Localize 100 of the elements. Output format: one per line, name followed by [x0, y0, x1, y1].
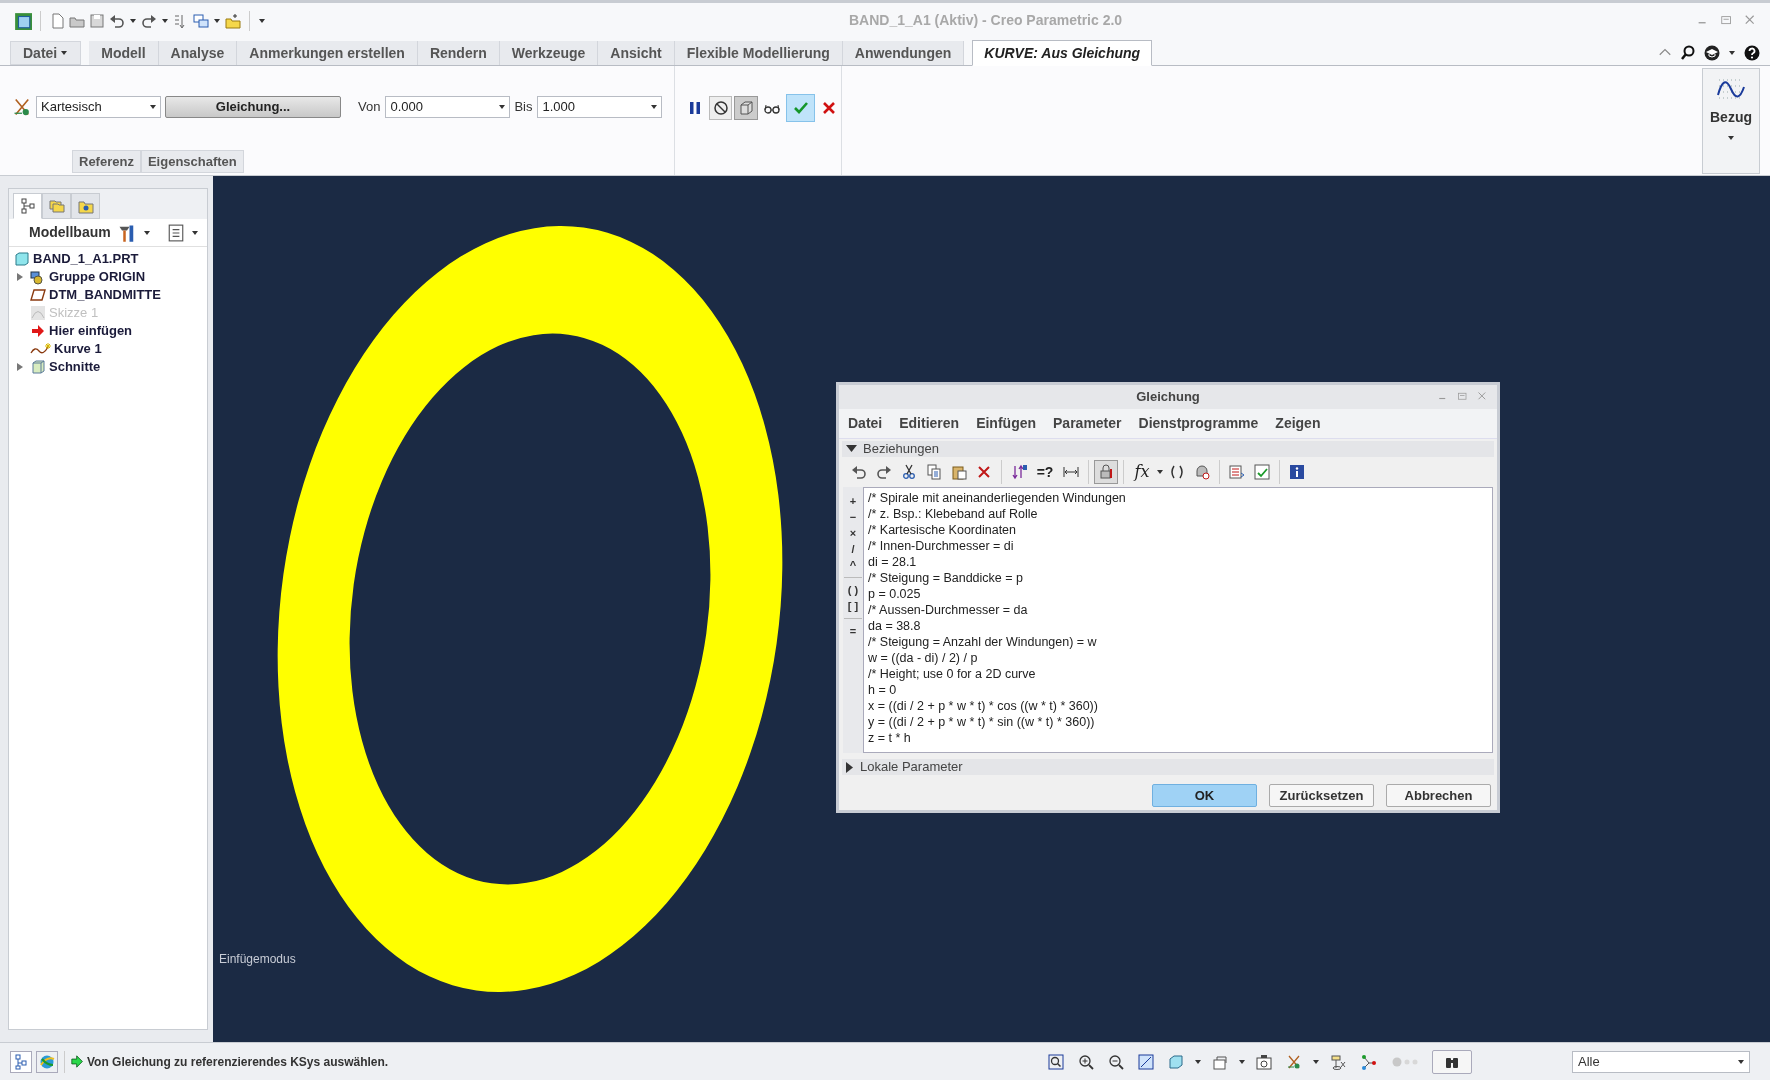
tree-item[interactable]: Gruppe ORIGIN — [30, 267, 146, 287]
ribbon-tab[interactable]: Anwendungen — [842, 41, 965, 65]
dialog-button[interactable]: Abbrechen — [1386, 784, 1491, 807]
caret-icon[interactable] — [498, 103, 507, 111]
ribbon-tab[interactable]: Ansicht — [598, 41, 675, 65]
ribbon-tab[interactable]: Analyse — [158, 41, 238, 65]
caret-icon[interactable] — [213, 16, 221, 25]
coordinate-type-dropdown[interactable]: Kartesisch — [36, 96, 161, 118]
panel-tab[interactable] — [71, 193, 100, 219]
section-expanded-icon[interactable] — [846, 445, 857, 453]
caret-icon[interactable] — [1728, 49, 1736, 57]
search-icon[interactable] — [1680, 45, 1696, 61]
caret-icon[interactable] — [1737, 1057, 1745, 1066]
function-button[interactable]: fx — [1129, 460, 1155, 484]
expand-arrow-icon[interactable] — [16, 362, 24, 372]
windows-icon[interactable] — [193, 12, 209, 29]
browser-toggle-button[interactable] — [36, 1050, 58, 1073]
prompt-arrow-icon[interactable] — [71, 1055, 84, 1068]
lock-icon — [1098, 464, 1114, 480]
dialog-menu-item[interactable]: Parameter — [1053, 413, 1122, 434]
caret-icon[interactable] — [1194, 1057, 1202, 1066]
undo-icon — [851, 464, 867, 480]
equation-button[interactable]: Gleichung... — [165, 96, 341, 118]
help-icon[interactable] — [1744, 45, 1760, 61]
operator-button[interactable]: / — [851, 541, 855, 557]
dialog-button[interactable]: Zurücksetzen — [1269, 784, 1374, 807]
node-connect-icon — [1360, 1053, 1376, 1070]
redo-icon[interactable] — [141, 12, 157, 29]
learning-icon[interactable] — [1704, 45, 1720, 61]
caret-icon[interactable] — [142, 228, 151, 237]
dialog-menu-item[interactable]: Zeigen — [1275, 413, 1321, 434]
stop-button[interactable] — [708, 96, 733, 120]
caret-icon[interactable] — [258, 16, 266, 25]
panel-tab[interactable] — [13, 193, 42, 219]
subtab[interactable]: Referenz — [72, 150, 141, 173]
dialog-menu-item[interactable]: Dienstprogramme — [1138, 413, 1259, 434]
caret-icon[interactable] — [190, 228, 199, 237]
selection-filter-dropdown[interactable]: Alle — [1572, 1050, 1750, 1073]
caret-icon[interactable] — [129, 16, 137, 25]
copy-icon — [926, 464, 942, 480]
dialog-menu-item[interactable]: Datei — [848, 413, 883, 434]
caret-icon[interactable] — [149, 103, 157, 111]
expand-arrow-icon[interactable] — [16, 272, 24, 282]
part-icon — [14, 251, 30, 267]
operator-button[interactable]: [ ] — [847, 598, 859, 614]
ribbon-tab[interactable]: Anmerkungen erstellen — [237, 41, 418, 65]
tree-icon — [19, 198, 36, 214]
ribbon-tab[interactable]: Werkzeuge — [499, 41, 599, 65]
ribbon-tab[interactable]: Rendern — [417, 41, 500, 65]
section-collapsed-icon[interactable] — [846, 761, 854, 773]
view-cube-icon — [1168, 1053, 1184, 1070]
relation-line: /* Steigung = Anzahl der Windungen) = w — [868, 634, 1097, 650]
caret-icon[interactable] — [650, 103, 659, 111]
verify-button[interactable]: =? — [1032, 460, 1058, 484]
zoom-out-icon — [1108, 1053, 1124, 1070]
new-file-icon[interactable] — [49, 12, 65, 29]
relation-line: h = 0 — [868, 682, 897, 698]
dimension-icon — [1063, 464, 1079, 480]
caret-icon[interactable] — [161, 16, 169, 25]
operator-button[interactable]: ( ) — [847, 582, 859, 598]
tree-item[interactable]: BAND_1_A1.PRT — [14, 249, 139, 269]
subtab[interactable]: Eigenschaften — [140, 150, 244, 173]
from-field[interactable]: 0.000 — [385, 96, 511, 118]
ribbon-tab[interactable]: Datei — [10, 41, 82, 65]
caret-icon[interactable] — [1238, 1057, 1246, 1066]
model-tree-toggle-button[interactable] — [10, 1050, 32, 1073]
tree-item[interactable]: Schnitte — [30, 357, 101, 377]
datum-button[interactable]: Bezug — [1702, 68, 1760, 174]
columns-icon[interactable] — [166, 223, 185, 242]
caret-icon[interactable] — [1312, 1057, 1320, 1066]
operator-button[interactable]: + — [849, 493, 857, 509]
dialog-menu-item[interactable]: Einfügen — [976, 413, 1037, 434]
tree-item[interactable]: Kurve 1 — [30, 339, 102, 359]
to-field[interactable]: 1.000 — [537, 96, 663, 118]
operator-button[interactable]: − — [849, 509, 857, 525]
label-view-icon — [1212, 1053, 1228, 1070]
dialog-button[interactable]: OK — [1152, 784, 1257, 807]
operator-button[interactable]: ^ — [849, 557, 857, 573]
caret-icon[interactable] — [1156, 468, 1164, 476]
ribbon-tab[interactable]: KURVE: Aus Gleichung — [972, 40, 1153, 66]
tree-item[interactable]: Hier einfügen — [30, 321, 133, 341]
caret-icon[interactable] — [60, 49, 69, 57]
find-button[interactable] — [1432, 1049, 1472, 1074]
ribbon-tab[interactable]: Modell — [89, 41, 159, 65]
sketch-icon — [30, 305, 46, 321]
delete-icon — [976, 464, 992, 480]
ribbon-tab[interactable]: Flexible Modellierung — [674, 41, 843, 65]
undo-icon[interactable] — [109, 12, 125, 29]
app-logo-icon[interactable] — [14, 11, 32, 30]
window-title: BAND_1_A1 (Aktiv) - Creo Parametric 2.0 — [849, 11, 1123, 30]
preview-button[interactable] — [734, 96, 759, 120]
dialog-menu-item[interactable]: Editieren — [899, 413, 960, 434]
tree-item[interactable]: DTM_BANDMITTE — [30, 285, 161, 305]
coordinate-system-icon[interactable] — [12, 97, 32, 117]
operator-button[interactable]: × — [849, 525, 857, 541]
operator-button[interactable]: = — [849, 623, 857, 639]
lock-button[interactable] — [1094, 460, 1118, 484]
caret-icon[interactable] — [1727, 134, 1735, 142]
relations-editor[interactable] — [863, 487, 1493, 753]
confirm-button[interactable] — [785, 94, 816, 122]
